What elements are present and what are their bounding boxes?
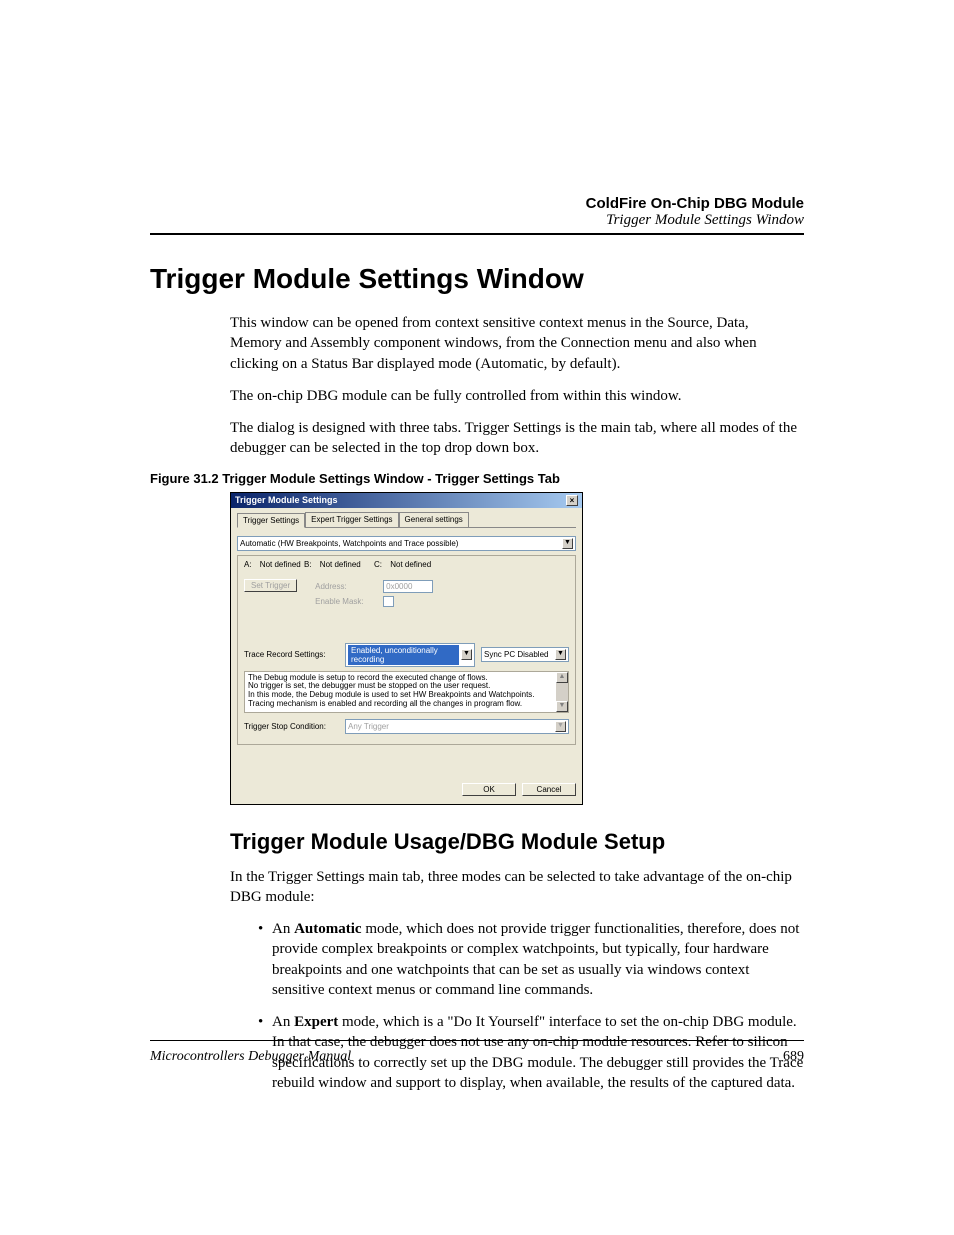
set-trigger-button[interactable]: Set Trigger (244, 579, 297, 592)
bold-expert: Expert (294, 1014, 338, 1030)
trigger-settings-dialog: Trigger Module Settings × Trigger Settin… (230, 492, 583, 805)
stop-condition-label: Trigger Stop Condition: (244, 722, 339, 731)
mode-combo[interactable]: Automatic (HW Breakpoints, Watchpoints a… (237, 536, 576, 551)
address-input[interactable]: 0x0000 (383, 580, 433, 593)
chapter-title: ColdFire On-Chip DBG Module (150, 195, 804, 212)
intro-p2: The on-chip DBG module can be fully cont… (230, 386, 804, 406)
mode-combo-value: Automatic (HW Breakpoints, Watchpoints a… (240, 539, 458, 548)
trace-label: Trace Record Settings: (244, 650, 339, 659)
info-textbox: The Debug module is setup to record the … (244, 671, 569, 713)
section-title: Trigger Module Settings Window (150, 212, 804, 229)
trace-record-value: Enabled, unconditionally recording (348, 645, 459, 665)
mode-list: An Automatic mode, which does not provid… (258, 919, 804, 1093)
body2-p1: In the Trigger Settings main tab, three … (230, 867, 804, 908)
value-c: Not defined (390, 560, 431, 569)
value-a: Not defined (260, 560, 301, 569)
subsection-heading: Trigger Module Usage/DBG Module Setup (230, 829, 804, 855)
intro-p3: The dialog is designed with three tabs. … (230, 418, 804, 459)
dialog-title-text: Trigger Module Settings (235, 495, 338, 505)
mask-label: Enable Mask: (315, 597, 375, 606)
footer-page-number: 689 (783, 1049, 804, 1065)
running-head: ColdFire On-Chip DBG Module Trigger Modu… (150, 195, 804, 229)
scroll-up-icon[interactable]: ▲ (556, 672, 568, 683)
address-label: Address: (315, 582, 375, 591)
footer-manual-title: Microcontrollers Debugger Manual (150, 1049, 351, 1065)
page-footer: Microcontrollers Debugger Manual 689 (150, 1040, 804, 1065)
stop-condition-value: Any Trigger (348, 722, 553, 731)
intro-p1: This window can be opened from context s… (230, 313, 804, 374)
chevron-down-icon[interactable]: ▼ (562, 538, 573, 549)
chevron-down-icon[interactable]: ▼ (555, 649, 566, 660)
trigger-panel: A: Not defined B: Not defined C: Not def… (237, 555, 576, 745)
value-b: Not defined (320, 560, 361, 569)
list-item: An Automatic mode, which does not provid… (258, 919, 804, 1000)
dialog-tabs: Trigger Settings Expert Trigger Settings… (237, 512, 576, 528)
label-c: C: (374, 560, 382, 569)
dialog-titlebar[interactable]: Trigger Module Settings × (231, 493, 582, 508)
sync-pc-select[interactable]: Sync PC Disabled ▼ (481, 647, 569, 662)
tab-expert-trigger[interactable]: Expert Trigger Settings (305, 512, 398, 527)
mask-checkbox[interactable] (383, 596, 394, 607)
stop-condition-select[interactable]: Any Trigger ▼ (345, 719, 569, 734)
sync-pc-value: Sync PC Disabled (484, 650, 553, 659)
label-b: B: (304, 560, 312, 569)
label-a: A: (244, 560, 252, 569)
header-rule (150, 233, 804, 235)
ok-button[interactable]: OK (462, 783, 516, 796)
trace-record-select[interactable]: Enabled, unconditionally recording ▼ (345, 643, 475, 667)
scroll-down-icon[interactable]: ▼ (556, 701, 568, 712)
info-line-4: Tracing mechanism is enabled and recordi… (248, 700, 565, 709)
cancel-button[interactable]: Cancel (522, 783, 576, 796)
page-heading: Trigger Module Settings Window (150, 263, 804, 295)
chevron-down-icon[interactable]: ▼ (461, 649, 472, 660)
intro-block: This window can be opened from context s… (230, 313, 804, 459)
tab-general-settings[interactable]: General settings (399, 512, 469, 527)
tab-trigger-settings[interactable]: Trigger Settings (237, 513, 305, 528)
scrollbar[interactable]: ▲ ▼ (556, 672, 568, 712)
bold-automatic: Automatic (294, 921, 362, 937)
chevron-down-icon[interactable]: ▼ (555, 721, 566, 732)
figure-caption: Figure 31.2 Trigger Module Settings Wind… (150, 471, 804, 486)
close-icon[interactable]: × (566, 495, 578, 506)
